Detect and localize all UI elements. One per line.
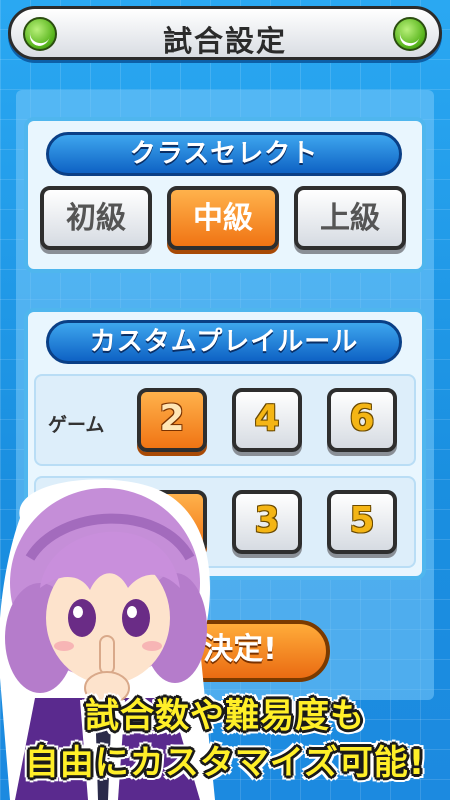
class-intermediate-button[interactable]: 中級: [167, 186, 279, 250]
class-advanced-button[interactable]: 上級: [294, 186, 406, 250]
class-select-title: クラスセレクト: [46, 132, 402, 176]
caption-line-2: 自由にカスタマイズ可能!: [24, 743, 426, 783]
games-option-6[interactable]: 6: [327, 388, 397, 452]
sets-option-3[interactable]: 3: [232, 490, 302, 554]
tennis-ball-icon[interactable]: [393, 17, 427, 51]
games-label: ゲーム: [48, 414, 105, 436]
games-option-4[interactable]: 4: [232, 388, 302, 452]
sets-option-5[interactable]: 5: [327, 490, 397, 554]
caption-line-1: 試合数や難易度も: [85, 696, 365, 736]
games-option-2[interactable]: 2: [137, 388, 207, 452]
header-bar: 試合設定: [8, 6, 442, 60]
class-beginner-button[interactable]: 初級: [40, 186, 152, 250]
custom-rule-title: カスタムプレイルール: [46, 320, 402, 364]
page-title: 試合設定: [162, 24, 287, 58]
